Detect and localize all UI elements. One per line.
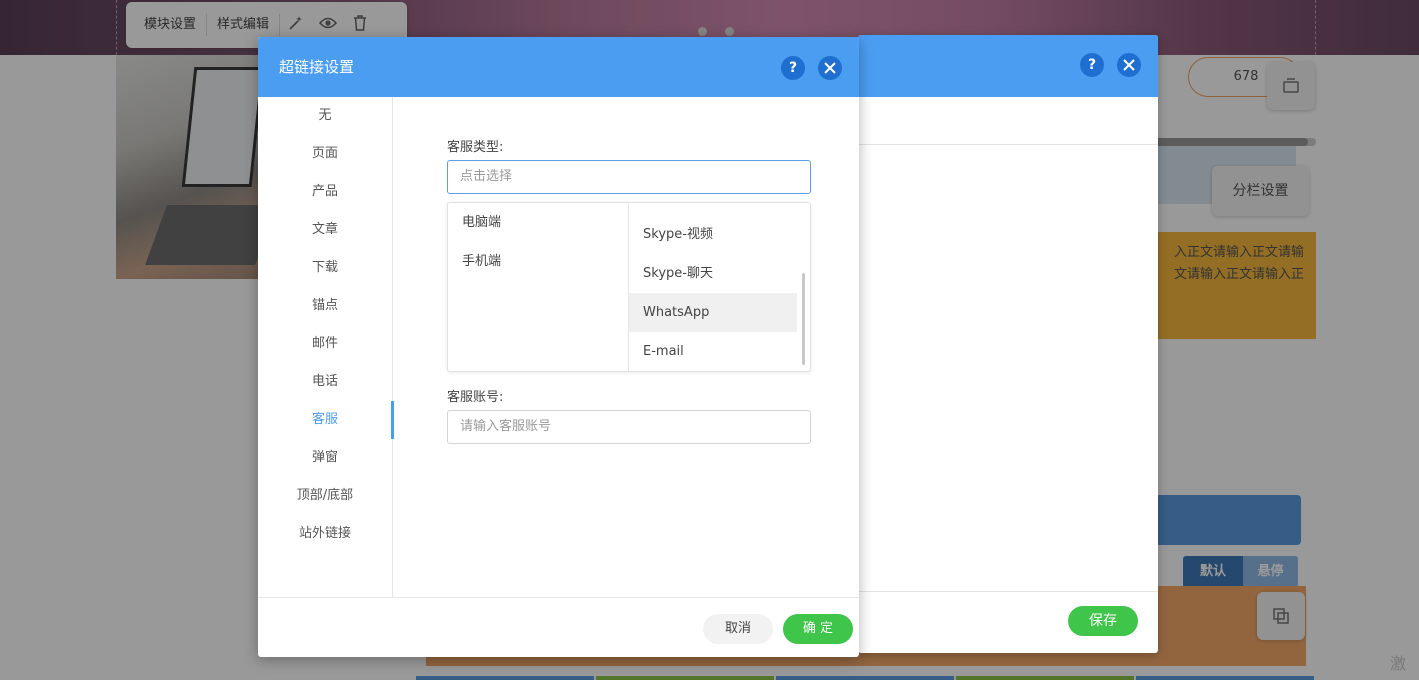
sidebar-item-phone[interactable]: 电话 xyxy=(258,363,392,401)
save-button[interactable]: 保存 xyxy=(1068,606,1138,636)
help-icon[interactable]: ? xyxy=(781,56,805,80)
hyperlink-settings-dialog: 超链接设置 ? 无 页面 产品 文章 下载 锚点 邮件 电话 客服 弹窗 顶部/… xyxy=(258,37,859,657)
sidebar-item-anchor[interactable]: 锚点 xyxy=(258,287,392,325)
service-type-dropdown: 电脑端 手机端 Skype-视频 Skype-聊天 WhatsApp E-mai… xyxy=(447,202,811,372)
dialog-title: 超链接设置 xyxy=(279,58,355,76)
service-option-email[interactable]: E-mail xyxy=(629,332,797,371)
sidebar-item-popup[interactable]: 弹窗 xyxy=(258,439,392,477)
dropdown-scrollbar[interactable] xyxy=(802,273,805,365)
sidebar-item-product[interactable]: 产品 xyxy=(258,173,392,211)
dialog-content: 客服类型: 点击选择 电脑端 手机端 Skype-视频 Skype-聊天 Wha… xyxy=(394,97,859,597)
background-dialog-subheader xyxy=(858,97,1158,145)
account-label: 客服账号: xyxy=(447,390,504,405)
background-dialog: ? 保存 xyxy=(858,35,1158,653)
close-icon[interactable] xyxy=(1117,53,1141,77)
confirm-button[interactable]: 确 定 xyxy=(783,614,853,644)
sidebar-item-email[interactable]: 邮件 xyxy=(258,325,392,363)
service-option-whatsapp[interactable]: WhatsApp xyxy=(629,293,797,332)
service-option-skype-video[interactable]: Skype-视频 xyxy=(629,215,797,254)
platform-column: 电脑端 手机端 xyxy=(448,203,629,371)
sidebar-item-customer-service[interactable]: 客服 xyxy=(258,401,394,439)
link-type-sidebar: 无 页面 产品 文章 下载 锚点 邮件 电话 客服 弹窗 顶部/底部 站外链接 xyxy=(258,97,394,597)
close-icon[interactable] xyxy=(818,56,842,80)
sidebar-item-article[interactable]: 文章 xyxy=(258,211,392,249)
sidebar-item-page[interactable]: 页面 xyxy=(258,135,392,173)
sidebar-item-download[interactable]: 下载 xyxy=(258,249,392,287)
background-dialog-footer: 保存 xyxy=(858,591,1158,653)
service-type-select[interactable]: 点击选择 xyxy=(447,160,811,194)
platform-option-mobile[interactable]: 手机端 xyxy=(448,242,616,281)
dialog-footer: 取消 确 定 xyxy=(258,597,859,657)
dialog-header: 超链接设置 ? xyxy=(258,37,859,97)
help-icon[interactable]: ? xyxy=(1080,53,1104,77)
account-input[interactable]: 请输入客服账号 xyxy=(447,410,811,444)
service-column: Skype-视频 Skype-聊天 WhatsApp E-mail xyxy=(629,203,810,371)
service-type-label: 客服类型: xyxy=(447,140,504,155)
sidebar-item-top-bottom[interactable]: 顶部/底部 xyxy=(258,477,392,515)
sidebar-item-external-link[interactable]: 站外链接 xyxy=(258,515,392,553)
sidebar-item-none[interactable]: 无 xyxy=(258,97,392,135)
platform-option-desktop[interactable]: 电脑端 xyxy=(448,203,616,242)
service-option-skype-chat[interactable]: Skype-聊天 xyxy=(629,254,797,293)
cancel-button[interactable]: 取消 xyxy=(703,614,773,644)
background-dialog-header: ? xyxy=(858,35,1158,97)
